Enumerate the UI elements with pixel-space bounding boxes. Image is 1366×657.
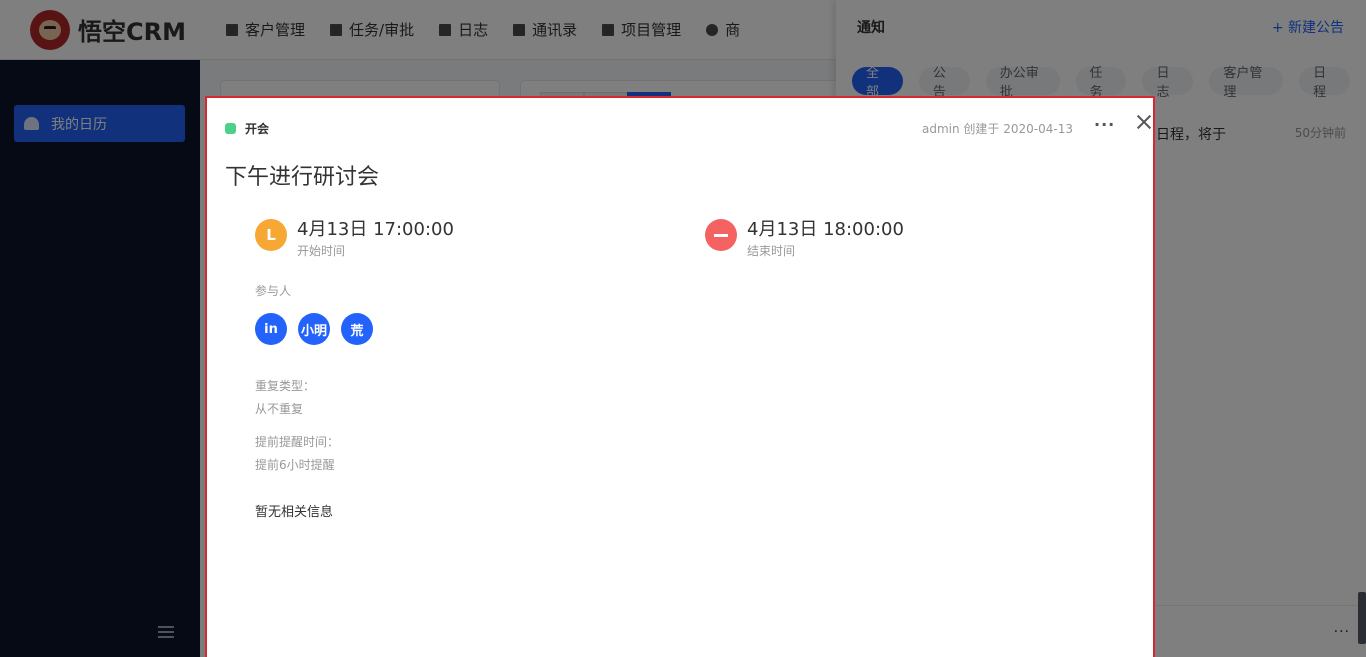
end-time-label: 结束时间 bbox=[747, 244, 796, 258]
participants-list: in 小明 荒 bbox=[255, 313, 384, 345]
start-time-icon: L bbox=[255, 219, 287, 251]
event-detail-dialog: 开会 admin 创建于 2020-04-13 ··· 下午进行研讨会 L 4月… bbox=[205, 96, 1155, 657]
event-type-dot-icon bbox=[225, 123, 236, 134]
end-time-block: 4月13日 18:00:00 结束时间 bbox=[705, 215, 904, 259]
remind-time-label: 提前提醒时间： bbox=[255, 435, 340, 449]
end-time-icon bbox=[705, 219, 737, 251]
end-datetime: 4月13日 18:00:00 bbox=[747, 219, 904, 240]
dialog-top-bar: 开会 admin 创建于 2020-04-13 ··· bbox=[225, 115, 1137, 137]
more-options-icon[interactable]: ··· bbox=[1094, 115, 1115, 134]
repeat-type-value: 从不重复 bbox=[255, 402, 304, 416]
event-type-label: 开会 bbox=[245, 122, 270, 136]
start-time-label: 开始时间 bbox=[297, 244, 346, 258]
close-icon[interactable] bbox=[1136, 114, 1152, 130]
remind-time-value: 提前6小时提醒 bbox=[255, 458, 335, 472]
start-time-block: L 4月13日 17:00:00 开始时间 bbox=[255, 215, 454, 259]
start-datetime: 4月13日 17:00:00 bbox=[297, 219, 454, 240]
avatar[interactable]: in bbox=[255, 313, 287, 345]
no-related-info: 暂无相关信息 bbox=[255, 505, 334, 520]
avatar[interactable]: 小明 bbox=[298, 313, 330, 345]
participants-label: 参与人 bbox=[255, 284, 292, 298]
repeat-type-label: 重复类型： bbox=[255, 379, 316, 393]
creator-info: admin 创建于 2020-04-13 bbox=[922, 122, 1073, 136]
event-title: 下午进行研讨会 bbox=[225, 165, 380, 190]
avatar[interactable]: 荒 bbox=[341, 313, 373, 345]
